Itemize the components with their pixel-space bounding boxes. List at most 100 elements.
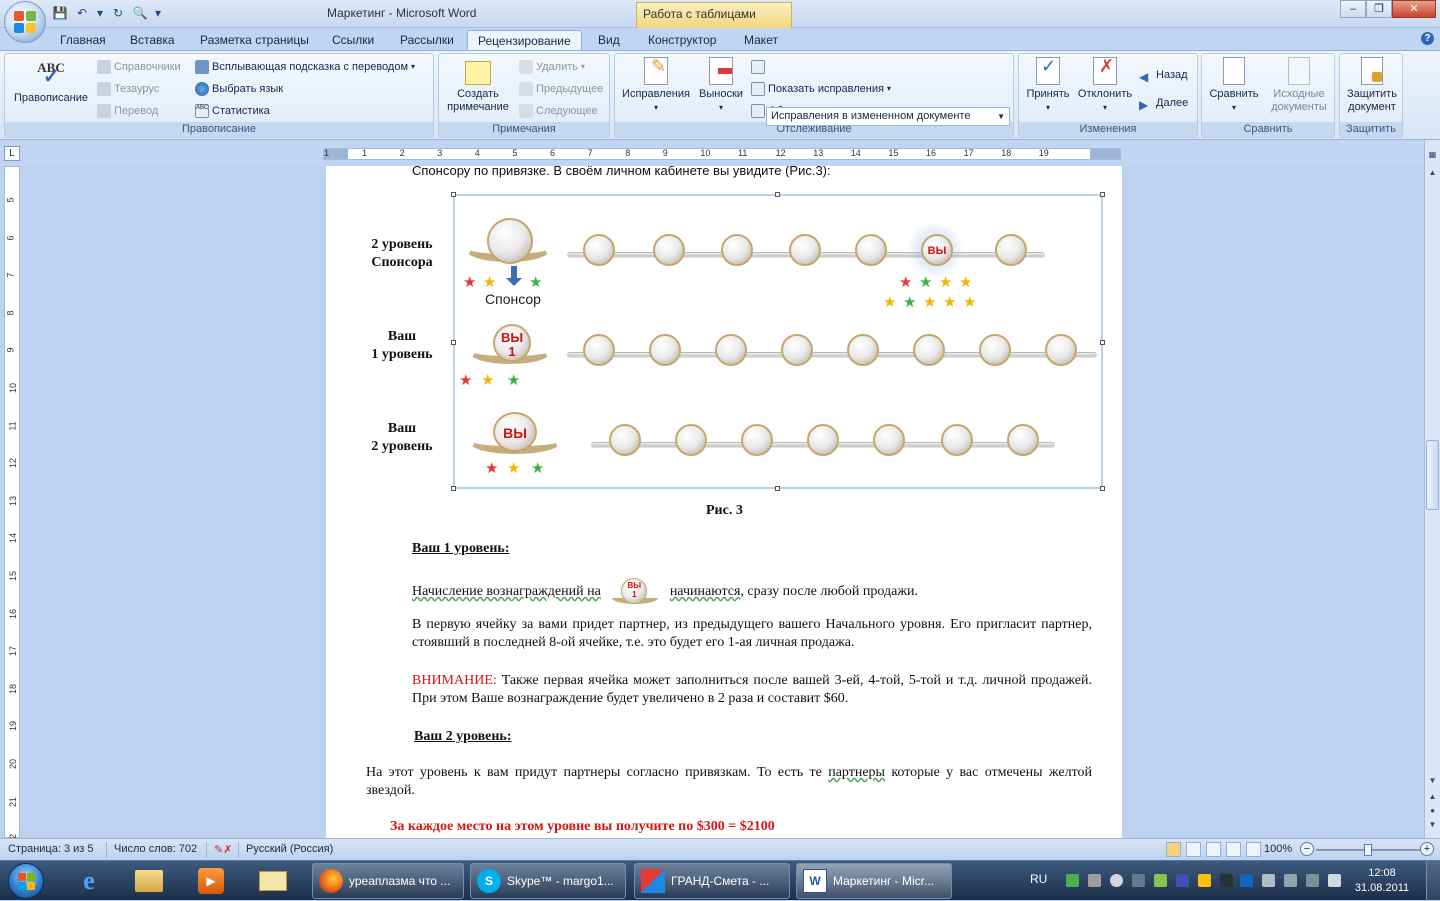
taskbar-item-skype[interactable]: S Skype™ - margo1... xyxy=(470,863,626,899)
research-button[interactable]: Справочники xyxy=(97,58,181,76)
ruler-toggle-icon[interactable]: ▦ xyxy=(1426,148,1439,161)
tab-design[interactable]: Конструктор xyxy=(648,30,716,50)
compare-button[interactable]: Сравнить ▾ xyxy=(1204,57,1264,114)
zoom-slider-knob[interactable] xyxy=(1364,844,1372,856)
zoom-out-button[interactable]: − xyxy=(1300,842,1314,856)
vertical-ruler[interactable]: 5678910111213141516171819202122 xyxy=(4,166,20,844)
office-button[interactable] xyxy=(4,1,46,43)
source-documents-button[interactable]: Исходные документы xyxy=(1264,57,1334,114)
thesaurus-button[interactable]: Тезаурус xyxy=(97,80,159,98)
protect-document-button[interactable]: Защитить документ xyxy=(1342,57,1402,114)
clock[interactable]: 12:08 31.08.2011 xyxy=(1350,866,1414,896)
resize-handle[interactable] xyxy=(451,486,456,491)
vertical-scrollbar[interactable]: ▦ ▲ ▼ ▲ ● ▼ xyxy=(1424,140,1440,838)
full-screen-reading-button[interactable] xyxy=(1186,842,1201,857)
dropdown-arrow-icon[interactable]: ▾ xyxy=(96,5,104,21)
resize-handle[interactable] xyxy=(451,192,456,197)
tray-app-icon[interactable] xyxy=(1198,874,1211,887)
accept-button[interactable]: ✓ Принять ▾ xyxy=(1021,57,1075,114)
language-indicator[interactable]: RU xyxy=(1030,872,1047,886)
zoom-level[interactable]: 100% xyxy=(1264,843,1292,855)
next-comment-button[interactable]: Следующее xyxy=(519,102,598,120)
explorer-icon[interactable] xyxy=(124,864,174,898)
zoom-in-button[interactable]: + xyxy=(1420,842,1434,856)
resize-handle[interactable] xyxy=(775,192,780,197)
draft-view-button[interactable] xyxy=(1246,842,1261,857)
word-count[interactable]: Число слов: 702 xyxy=(114,843,197,855)
tab-references[interactable]: Ссылки xyxy=(332,30,374,50)
delete-comment-button[interactable]: Удалить ▾ xyxy=(519,58,585,76)
scroll-up-icon[interactable]: ▲ xyxy=(1426,166,1439,179)
tab-mailings[interactable]: Рассылки xyxy=(400,30,454,50)
resize-handle[interactable] xyxy=(1100,340,1105,345)
tray-app-icon[interactable] xyxy=(1066,874,1079,887)
word-count-button[interactable]: ABC Статистика xyxy=(195,102,270,120)
mail-icon[interactable] xyxy=(248,864,298,898)
start-button[interactable] xyxy=(2,861,52,901)
resize-handle[interactable] xyxy=(451,340,456,345)
tab-insert[interactable]: Вставка xyxy=(130,30,175,50)
taskbar-item-word[interactable]: W Маркетинг - Micr... xyxy=(796,863,952,899)
show-desktop-button[interactable] xyxy=(1426,861,1440,901)
track-changes-button[interactable]: ✎ Исправления ▾ xyxy=(619,57,693,114)
set-language-button[interactable]: Выбрать язык xyxy=(195,80,283,98)
web-layout-button[interactable] xyxy=(1206,842,1221,857)
display-for-review-select[interactable]: Исправления в измененном документе ▼ xyxy=(766,107,1010,126)
tray-app-icon[interactable] xyxy=(1088,874,1101,887)
customize-qat-icon[interactable]: ▾ xyxy=(154,5,162,21)
close-button[interactable]: ✕ xyxy=(1392,0,1436,18)
next-page-icon[interactable]: ▼ xyxy=(1426,818,1439,831)
zoom-slider[interactable] xyxy=(1316,844,1426,856)
tab-view[interactable]: Вид xyxy=(598,30,620,50)
proofing-status-icon[interactable]: ✎✗ xyxy=(214,843,232,856)
figure-image[interactable]: ★ ★ ★ Спонсор ВЫ ★ ★ ★ ★ ★ ★ ★ ★ ★ ВЫ1 xyxy=(451,192,1105,491)
resize-handle[interactable] xyxy=(1100,486,1105,491)
network-icon[interactable] xyxy=(1284,874,1297,887)
resize-handle[interactable] xyxy=(775,486,780,491)
previous-page-icon[interactable]: ▲ xyxy=(1426,790,1439,803)
next-change-button[interactable]: ▶ Далее xyxy=(1139,94,1188,112)
undo-icon[interactable]: ↶ xyxy=(74,5,90,21)
resize-handle[interactable] xyxy=(1100,192,1105,197)
horizontal-ruler[interactable]: 1 1 2 3 4 5 6 7 8 9 10 11 12 13 14 15 16 17 18 19 xyxy=(323,148,1121,160)
tab-review[interactable]: Рецензирование xyxy=(467,30,582,50)
volume-icon[interactable] xyxy=(1328,874,1341,887)
tray-app-icon[interactable] xyxy=(1262,874,1275,887)
reject-button[interactable]: ✗ Отклонить ▾ xyxy=(1075,57,1135,114)
translation-tooltip-button[interactable]: Всплывающая подсказка с переводом ▾ xyxy=(195,58,415,76)
tab-selector[interactable]: L xyxy=(4,146,20,161)
scroll-down-icon[interactable]: ▼ xyxy=(1426,774,1439,787)
tray-app-icon[interactable] xyxy=(1132,874,1145,887)
document-page[interactable]: Спонсору по привязке. В своём личном каб… xyxy=(326,166,1122,838)
show-markup-button[interactable]: Показать исправления ▾ xyxy=(751,80,891,98)
taskbar-item-grand-smeta[interactable]: ГРАНД-Смета - ... xyxy=(634,863,790,899)
previous-comment-button[interactable]: Предыдущее xyxy=(519,80,603,98)
new-comment-button[interactable]: Создать примечание xyxy=(441,57,515,114)
spelling-button[interactable]: ABC ✓ Правописание xyxy=(9,57,93,105)
tray-app-icon[interactable] xyxy=(1306,874,1319,887)
print-preview-icon[interactable]: 🔍 xyxy=(132,5,148,21)
browse-object-icon[interactable]: ● xyxy=(1426,804,1439,817)
page-count[interactable]: Страница: 3 из 5 xyxy=(8,843,94,855)
taskbar-item-firefox[interactable]: уреаплазма что ... xyxy=(312,863,464,899)
redo-icon[interactable]: ↻ xyxy=(110,5,126,21)
ie-icon[interactable]: e xyxy=(64,864,114,898)
tray-app-icon[interactable] xyxy=(1110,874,1123,887)
tray-app-icon[interactable] xyxy=(1220,874,1233,887)
tray-app-icon[interactable] xyxy=(1176,874,1189,887)
language-status[interactable]: Русский (Россия) xyxy=(246,843,333,855)
tab-page-layout[interactable]: Разметка страницы xyxy=(200,30,309,50)
tab-home[interactable]: Главная xyxy=(60,30,106,50)
minimize-button[interactable]: – xyxy=(1340,0,1366,18)
translate-button[interactable]: Перевод xyxy=(97,102,158,120)
media-player-icon[interactable]: ▶ xyxy=(186,864,236,898)
maximize-button[interactable]: ❐ xyxy=(1366,0,1392,18)
help-icon[interactable]: ? xyxy=(1421,32,1434,45)
print-layout-view-button[interactable] xyxy=(1166,842,1181,857)
outline-view-button[interactable] xyxy=(1226,842,1241,857)
scroll-thumb[interactable] xyxy=(1426,440,1439,510)
tab-layout[interactable]: Макет xyxy=(744,30,778,50)
previous-change-button[interactable]: ◀ Назад xyxy=(1139,66,1188,84)
tray-app-icon[interactable] xyxy=(1154,874,1167,887)
tray-app-icon[interactable] xyxy=(1240,874,1253,887)
